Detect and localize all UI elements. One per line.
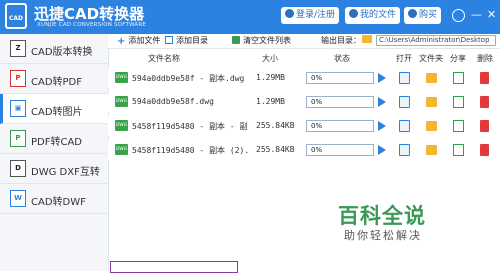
col-status: 状态 <box>334 54 350 63</box>
col-share: 分享 <box>450 54 466 63</box>
sidebar-item-cad-pdf[interactable]: P CAD转PDF <box>0 64 108 94</box>
output-path-field[interactable]: C:\Users\Administrator\Desktop <box>376 35 496 46</box>
dwg-file-icon: DWG <box>115 96 128 107</box>
sidebar: Z CAD版本转换 P CAD转PDF ▣ CAD转图片 P PDF转CAD D… <box>0 34 109 271</box>
progress-bar: 0% <box>306 96 374 108</box>
share-icon[interactable] <box>453 144 464 156</box>
open-file-icon[interactable] <box>399 72 410 84</box>
folder-icon[interactable] <box>426 97 437 107</box>
sidebar-item-cad-image[interactable]: ▣ CAD转图片 <box>0 94 108 124</box>
trash-icon[interactable] <box>480 120 489 132</box>
highlight-box <box>110 261 238 273</box>
col-open: 打开 <box>396 54 412 63</box>
sidebar-item-cad-version[interactable]: Z CAD版本转换 <box>0 34 108 64</box>
cad-dwf-icon: W <box>10 190 26 207</box>
add-file-button[interactable]: + 添加文件 <box>117 35 160 47</box>
pdf-cad-icon: P <box>10 130 26 147</box>
user-icon <box>285 9 294 18</box>
file-name: 5458f119d5480 - 副本 (2). <box>132 146 250 155</box>
cad-pdf-icon: P <box>10 70 26 87</box>
col-folder: 文件夹 <box>419 54 443 63</box>
open-file-icon[interactable] <box>399 144 410 156</box>
minimize-button[interactable]: — <box>471 8 482 21</box>
add-file-label: 添加文件 <box>128 36 161 45</box>
sidebar-item-label: CAD转图片 <box>31 107 83 118</box>
clear-list-label: 清空文件列表 <box>243 36 291 45</box>
sidebar-item-label: CAD版本转换 <box>31 47 93 58</box>
my-files-label: 我的文件 <box>360 10 397 20</box>
plus-icon: + <box>117 36 126 47</box>
progress-bar: 0% <box>306 72 374 84</box>
watermark-subtitle: 助你轻松解决 <box>344 229 422 242</box>
file-icon <box>349 9 358 18</box>
file-name: 5458f119d5480 - 副本 - 副 <box>132 122 248 131</box>
share-icon[interactable] <box>453 72 464 84</box>
dwg-file-icon: DWG <box>115 144 128 155</box>
sidebar-item-label: CAD转PDF <box>31 77 83 88</box>
col-delete: 删除 <box>477 54 493 63</box>
folder-icon[interactable] <box>362 35 372 43</box>
dwg-dxf-icon: D <box>10 160 26 177</box>
folder-icon[interactable] <box>426 121 437 131</box>
play-icon[interactable] <box>378 121 386 131</box>
my-files-button[interactable]: 我的文件 <box>345 7 401 24</box>
app-subtitle: XUNJIE CAD CONVERSION SOFTWARE <box>37 22 147 28</box>
app-logo: CAD <box>5 3 27 29</box>
open-file-icon[interactable] <box>399 120 410 132</box>
add-dir-button[interactable]: 添加目录 <box>165 35 208 47</box>
sidebar-item-label: PDF转CAD <box>31 137 83 148</box>
trash-icon[interactable] <box>480 144 489 156</box>
cad-image-icon: ▣ <box>10 100 26 117</box>
share-icon[interactable] <box>453 96 464 108</box>
col-size: 大小 <box>262 54 278 63</box>
add-dir-label: 添加目录 <box>176 36 208 45</box>
dwg-file-icon: DWG <box>115 72 128 83</box>
file-size: 255.84KB <box>256 145 295 154</box>
sidebar-item-pdf-cad[interactable]: P PDF转CAD <box>0 124 108 154</box>
table-row[interactable]: DWG 594a0ddb9e58f - 副本.dwg 1.29MB 0% <box>108 68 500 88</box>
table-row[interactable]: DWG 5458f119d5480 - 副本 (2). 255.84KB 0% <box>108 140 500 160</box>
buy-button[interactable]: 购买 <box>404 7 442 24</box>
sidebar-item-dwg-dxf[interactable]: D DWG DXF互转 <box>0 154 108 184</box>
trash-icon[interactable] <box>480 96 489 108</box>
login-label: 登录/注册 <box>296 10 336 20</box>
file-name: 594a0ddb9e58f.dwg <box>132 97 214 106</box>
table-header: 文件名称 大小 状态 打开 文件夹 分享 删除 <box>108 50 500 66</box>
watermark-title: 百科全说 <box>338 204 426 228</box>
cart-icon <box>408 9 417 18</box>
toolbar: + 添加文件 添加目录 清空文件列表 输出目录： C:\Users\Adminis… <box>108 34 500 49</box>
cad-version-icon: Z <box>10 40 26 57</box>
login-button[interactable]: 登录/注册 <box>281 7 340 24</box>
clear-list-button[interactable]: 清空文件列表 <box>232 35 291 47</box>
open-file-icon[interactable] <box>399 96 410 108</box>
sidebar-item-cad-dwf[interactable]: W CAD转DWF <box>0 184 108 214</box>
play-icon[interactable] <box>378 97 386 107</box>
list-icon <box>165 36 173 44</box>
share-icon[interactable] <box>453 120 464 132</box>
sidebar-item-label: DWG DXF互转 <box>31 167 100 178</box>
close-button[interactable]: ✕ <box>487 8 496 21</box>
trash-icon[interactable] <box>480 72 489 84</box>
dwg-file-icon: DWG <box>115 120 128 131</box>
play-icon[interactable] <box>378 145 386 155</box>
file-size: 1.29MB <box>256 73 285 82</box>
folder-icon[interactable] <box>426 145 437 155</box>
file-size: 255.84KB <box>256 121 295 130</box>
clear-icon <box>232 36 240 44</box>
table-row[interactable]: DWG 5458f119d5480 - 副本 - 副 255.84KB 0% <box>108 116 500 136</box>
progress-bar: 0% <box>306 144 374 156</box>
sidebar-item-label: CAD转DWF <box>31 197 86 208</box>
buy-label: 购买 <box>419 10 438 20</box>
progress-bar: 0% <box>306 120 374 132</box>
file-size: 1.29MB <box>256 97 285 106</box>
globe-icon[interactable] <box>452 9 465 22</box>
output-dir-label: 输出目录： <box>321 36 361 45</box>
folder-icon[interactable] <box>426 73 437 83</box>
title-bar: CAD 迅捷CAD转换器 XUNJIE CAD CONVERSION SOFTW… <box>0 0 500 34</box>
table-row[interactable]: DWG 594a0ddb9e58f.dwg 1.29MB 0% <box>108 92 500 112</box>
app-title: 迅捷CAD转换器 <box>34 5 145 23</box>
col-name: 文件名称 <box>148 54 180 63</box>
file-name: 594a0ddb9e58f - 副本.dwg <box>132 74 245 83</box>
play-icon[interactable] <box>378 73 386 83</box>
